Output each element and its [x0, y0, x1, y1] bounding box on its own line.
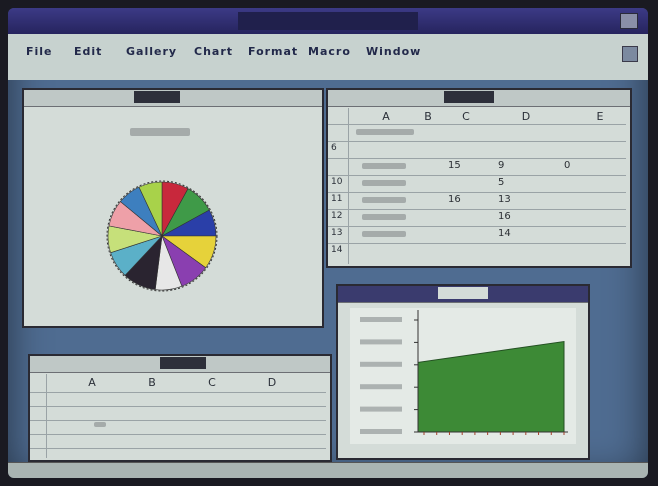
row-gridline	[30, 392, 326, 393]
column-header-a[interactable]: A	[82, 376, 102, 389]
row-gridline	[30, 448, 326, 449]
row-header[interactable]: 12	[331, 211, 342, 221]
illegible-cell-text	[356, 129, 414, 135]
pie-chart-window	[22, 88, 324, 328]
sheet-cell[interactable]: 9	[498, 160, 504, 171]
worksheet-window-2: A B C D	[28, 354, 332, 462]
row-header[interactable]: 6	[331, 143, 337, 153]
pie-chart	[106, 180, 218, 292]
area-chart-window	[336, 284, 590, 460]
y-tick-label	[360, 361, 402, 367]
illegible-cell-text	[362, 163, 406, 169]
sheet-cell[interactable]: 0	[564, 160, 570, 171]
y-tick-label	[360, 406, 402, 412]
menu-macro[interactable]: Macro	[308, 45, 351, 58]
worksheet-1-title-bar[interactable]	[328, 90, 630, 107]
area-chart	[350, 308, 576, 444]
worksheet-2-title	[160, 357, 206, 369]
illegible-cell-text	[362, 180, 406, 186]
column-header-d[interactable]: D	[262, 376, 282, 389]
app-title	[238, 12, 418, 30]
menu-bar: File Edit Gallery Chart Format Macro Win…	[8, 34, 648, 80]
column-header-a[interactable]: A	[376, 110, 396, 123]
monitor-screen: File Edit Gallery Chart Format Macro Win…	[8, 8, 648, 478]
sheet-cell[interactable]: 13	[498, 194, 511, 205]
illegible-cell-text	[362, 231, 406, 237]
column-header-c[interactable]: C	[456, 110, 476, 123]
row-gridline	[30, 420, 326, 421]
menu-file[interactable]: File	[26, 45, 53, 58]
worksheet-2-title-bar[interactable]	[30, 356, 330, 373]
row-header-divider	[348, 108, 349, 264]
sheet-cell[interactable]: 5	[498, 177, 504, 188]
row-header[interactable]: 13	[331, 228, 342, 238]
row-gridline	[328, 192, 626, 193]
sheet-cell[interactable]: 16	[448, 194, 461, 205]
maximize-button[interactable]	[620, 13, 638, 29]
app-control-icon[interactable]	[622, 46, 638, 62]
row-gridline	[328, 124, 626, 125]
illegible-cell-text	[94, 422, 106, 427]
y-tick-label	[360, 429, 402, 434]
y-tick-label	[360, 339, 402, 345]
illegible-cell-text	[362, 197, 406, 203]
row-gridline	[328, 175, 626, 176]
sheet-cell[interactable]: 16	[498, 211, 511, 222]
row-gridline	[328, 158, 626, 159]
sheet-cell[interactable]: 14	[498, 228, 511, 239]
row-gridline	[30, 434, 326, 435]
illegible-cell-text	[362, 214, 406, 220]
row-header[interactable]: 14	[331, 245, 342, 255]
column-header-b[interactable]: B	[418, 110, 438, 123]
menu-window[interactable]: Window	[366, 45, 421, 58]
column-header-b[interactable]: B	[142, 376, 162, 389]
menu-gallery[interactable]: Gallery	[126, 45, 177, 58]
sheet-cell[interactable]: 15	[448, 160, 461, 171]
row-header[interactable]: 11	[331, 194, 342, 204]
row-gridline	[328, 209, 626, 210]
worksheet-1-title	[444, 91, 494, 103]
row-gridline	[328, 243, 626, 244]
column-header-e[interactable]: E	[590, 110, 610, 123]
row-gridline	[328, 141, 626, 142]
row-gridline	[30, 406, 326, 407]
row-gridline	[328, 226, 626, 227]
row-header-divider	[46, 374, 47, 458]
menu-edit[interactable]: Edit	[74, 45, 102, 58]
worksheet-window-1: A B C D E 6 15 9 0 10 5 11 16 13 12 16 13 14 14	[326, 88, 632, 268]
column-header-c[interactable]: C	[202, 376, 222, 389]
menu-chart[interactable]: Chart	[194, 45, 233, 58]
y-tick-label	[360, 384, 402, 390]
column-header-d[interactable]: D	[516, 110, 536, 123]
menu-format[interactable]: Format	[248, 45, 298, 58]
y-tick-label	[360, 317, 402, 322]
app-title-bar	[8, 8, 648, 34]
status-bar	[8, 462, 648, 478]
row-header[interactable]: 10	[331, 177, 342, 187]
